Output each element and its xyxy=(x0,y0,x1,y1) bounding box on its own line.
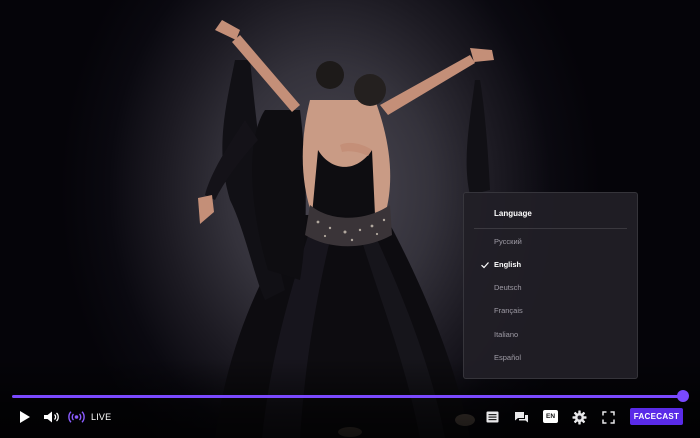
progress-bar[interactable] xyxy=(12,395,684,398)
language-menu: Language Русский English Deutsch Françai… xyxy=(463,192,638,379)
language-option-russian[interactable]: Русский xyxy=(464,233,637,251)
volume-icon xyxy=(43,411,59,423)
checkmark-icon xyxy=(481,262,489,269)
live-broadcast-icon xyxy=(67,411,85,423)
chat-button[interactable] xyxy=(512,407,530,427)
fullscreen-icon xyxy=(601,410,615,424)
language-option-label: Español xyxy=(494,353,522,362)
volume-button[interactable] xyxy=(42,407,60,427)
language-menu-divider xyxy=(474,228,627,229)
chat-icon xyxy=(514,411,528,422)
language-option-german[interactable]: Deutsch xyxy=(464,279,637,297)
live-label: LIVE xyxy=(91,412,112,422)
fullscreen-button[interactable] xyxy=(600,407,616,427)
language-badge-button[interactable]: EN xyxy=(543,410,558,423)
facecast-brand-button[interactable]: FACECAST xyxy=(630,408,683,425)
play-button[interactable] xyxy=(16,407,34,427)
language-option-french[interactable]: Français xyxy=(464,302,637,320)
settings-button[interactable] xyxy=(571,407,588,427)
live-indicator-button[interactable] xyxy=(67,407,85,427)
language-option-spanish[interactable]: Español xyxy=(464,349,637,367)
language-option-italian[interactable]: Italiano xyxy=(464,326,637,344)
language-option-label: Italiano xyxy=(494,330,519,339)
language-option-english[interactable]: English xyxy=(464,256,637,274)
language-menu-title: Language xyxy=(494,209,532,218)
playlist-button[interactable] xyxy=(484,407,500,427)
progress-handle[interactable] xyxy=(677,390,689,402)
playlist-icon xyxy=(486,411,498,423)
language-option-label: Français xyxy=(494,306,523,315)
settings-gear-icon xyxy=(572,410,587,424)
language-option-label: Русский xyxy=(494,237,522,246)
language-option-label: English xyxy=(494,260,522,269)
play-icon xyxy=(20,411,30,423)
video-player: Language Русский English Deutsch Françai… xyxy=(0,0,700,438)
language-option-label: Deutsch xyxy=(494,283,522,292)
